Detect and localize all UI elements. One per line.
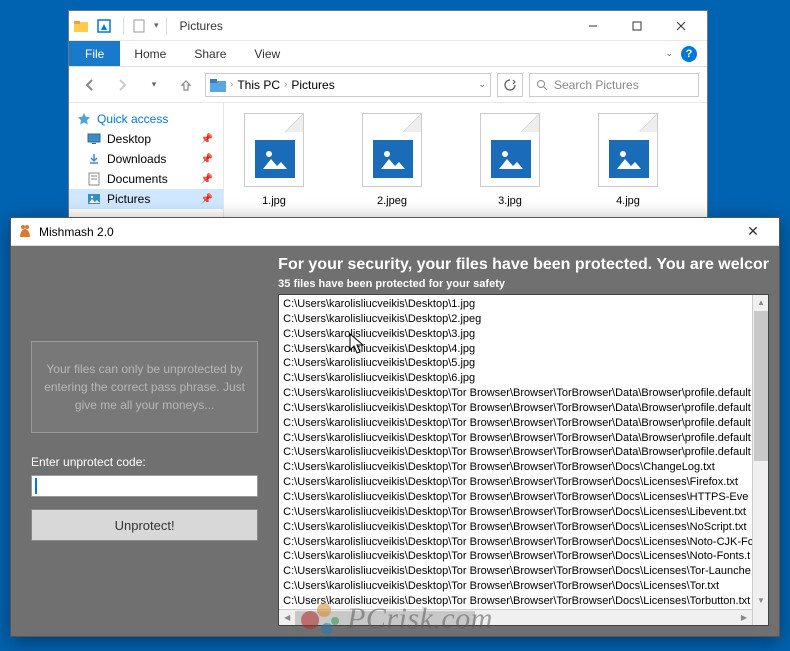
close-button[interactable] [659, 12, 703, 40]
pin-icon: 📌 [201, 154, 213, 165]
maximize-button[interactable] [615, 12, 659, 40]
file-path: C:\Users\karolisliucveikis\Desktop\Tor B… [283, 579, 764, 594]
vertical-scrollbar[interactable]: ▲ ▼ [752, 295, 768, 625]
file-path: C:\Users\karolisliucveikis\Desktop\Tor B… [283, 460, 764, 475]
file-name: 4.jpg [616, 195, 640, 207]
help-icon[interactable]: ? [681, 46, 697, 62]
folder-icon [73, 18, 89, 34]
ribbon-share-tab[interactable]: Share [180, 41, 240, 66]
ribbon-collapse-icon[interactable]: ⌄ [665, 48, 673, 59]
file-path: C:\Users\karolisliucveikis\Desktop\Tor B… [283, 431, 764, 446]
window-title: Pictures [180, 19, 223, 33]
file-path: C:\Users\karolisliucveikis\Desktop\Tor B… [283, 401, 764, 416]
search-placeholder: Search Pictures [554, 78, 639, 92]
file-path: C:\Users\karolisliucveikis\Desktop\Tor B… [283, 594, 764, 609]
sidebar-desktop[interactable]: Desktop📌 [69, 129, 223, 149]
dialog-title: Mishmash 2.0 [39, 225, 114, 239]
file-path: C:\Users\karolisliucveikis\Desktop\1.jpg [283, 297, 764, 312]
nav-back-button[interactable] [77, 72, 103, 98]
ribbon-file-tab[interactable]: File [69, 41, 120, 66]
qat-dropdown-icon[interactable]: ▾ [154, 20, 159, 31]
titlebar[interactable]: ▾ Pictures [69, 11, 707, 41]
dialog-titlebar[interactable]: Mishmash 2.0 ✕ [11, 218, 779, 246]
pin-icon: 📌 [201, 174, 213, 185]
file-path: C:\Users\karolisliucveikis\Desktop\Tor B… [283, 416, 764, 431]
scroll-up-icon[interactable]: ▲ [753, 295, 769, 311]
file-name: 3.jpg [498, 195, 522, 207]
ransom-dialog: Mishmash 2.0 ✕ Your files can only be un… [10, 217, 780, 637]
file-path: C:\Users\karolisliucveikis\Desktop\Tor B… [283, 386, 764, 401]
file-name: 2.jpeg [377, 195, 407, 207]
address-dropdown-icon[interactable]: ⌄ [478, 79, 486, 90]
horizontal-scrollbar[interactable]: ◀ ▶ [279, 609, 752, 625]
sidebar-documents[interactable]: Documents📌 [69, 169, 223, 189]
unprotect-button[interactable]: Unprotect! [31, 509, 258, 541]
picture-icon [87, 193, 101, 205]
file-icon [362, 113, 422, 187]
download-icon [87, 152, 101, 166]
search-icon [536, 79, 548, 91]
ribbon-home-tab[interactable]: Home [120, 41, 180, 66]
nav-up-button[interactable] [173, 72, 199, 98]
sidebar-pictures[interactable]: Pictures📌 [69, 189, 223, 209]
breadcrumb-location[interactable]: Pictures [291, 78, 334, 92]
scroll-thumb[interactable] [295, 611, 475, 625]
scroll-right-icon[interactable]: ▶ [736, 610, 752, 626]
star-icon [77, 112, 91, 126]
file-icon [480, 113, 540, 187]
file-path: C:\Users\karolisliucveikis\Desktop\Tor B… [283, 490, 764, 505]
nav-forward-button[interactable] [109, 72, 135, 98]
doc-icon[interactable] [131, 18, 147, 34]
chevron-right-icon[interactable]: › [230, 79, 233, 90]
file-path: C:\Users\karolisliucveikis\Desktop\Tor B… [283, 535, 764, 550]
mouse-cursor-icon [348, 332, 366, 356]
minimize-button[interactable] [571, 12, 615, 40]
pin-icon: 📌 [201, 194, 213, 205]
file-path: C:\Users\karolisliucveikis\Desktop\Tor B… [283, 445, 764, 460]
sidebar-quick-access[interactable]: Quick access [69, 109, 223, 129]
file-icon [598, 113, 658, 187]
scroll-down-icon[interactable]: ▼ [753, 593, 769, 609]
desktop-icon [87, 133, 101, 145]
file-path: C:\Users\karolisliucveikis\Desktop\Tor B… [283, 505, 764, 520]
refresh-button[interactable] [497, 73, 523, 97]
breadcrumb-pc[interactable]: This PC [237, 78, 280, 92]
dialog-close-button[interactable]: ✕ [733, 220, 773, 244]
file-path: C:\Users\karolisliucveikis\Desktop\5.jpg [283, 356, 764, 371]
file-path: C:\Users\karolisliucveikis\Desktop\Tor B… [283, 564, 764, 579]
search-input[interactable]: Search Pictures [529, 73, 699, 97]
props-icon[interactable] [96, 18, 112, 34]
breadcrumb[interactable]: › This PC › Pictures ⌄ [205, 73, 491, 97]
file-icon [244, 113, 304, 187]
document-icon [88, 172, 100, 186]
scroll-left-icon[interactable]: ◀ [279, 610, 295, 626]
file-path: C:\Users\karolisliucveikis\Desktop\Tor B… [283, 475, 764, 490]
file-name: 1.jpg [262, 195, 286, 207]
folder-icon [210, 78, 226, 92]
ribbon-view-tab[interactable]: View [240, 41, 294, 66]
code-label: Enter unprotect code: [31, 455, 258, 469]
code-input[interactable] [31, 475, 258, 497]
ransom-message: Your files can only be unprotected by en… [31, 341, 258, 433]
file-path: C:\Users\karolisliucveikis\Desktop\Tor B… [283, 549, 764, 564]
app-icon [17, 224, 33, 240]
file-path: C:\Users\karolisliucveikis\Desktop\Tor B… [283, 520, 764, 535]
ribbon: File Home Share View ⌄ ? [69, 41, 707, 67]
scroll-thumb[interactable] [754, 311, 768, 461]
address-bar: ▾ › This PC › Pictures ⌄ Search Pictures [69, 67, 707, 103]
ransom-headline: For your security, your files have been … [278, 256, 769, 274]
nav-recent-icon[interactable]: ▾ [141, 72, 167, 98]
file-path: C:\Users\karolisliucveikis\Desktop\6.jpg [283, 371, 764, 386]
sidebar-downloads[interactable]: Downloads📌 [69, 149, 223, 169]
ransom-subhead: 35 files have been protected for your sa… [278, 278, 769, 290]
chevron-right-icon[interactable]: › [284, 79, 287, 90]
file-path: C:\Users\karolisliucveikis\Desktop\2.jpe… [283, 312, 764, 327]
pin-icon: 📌 [201, 134, 213, 145]
